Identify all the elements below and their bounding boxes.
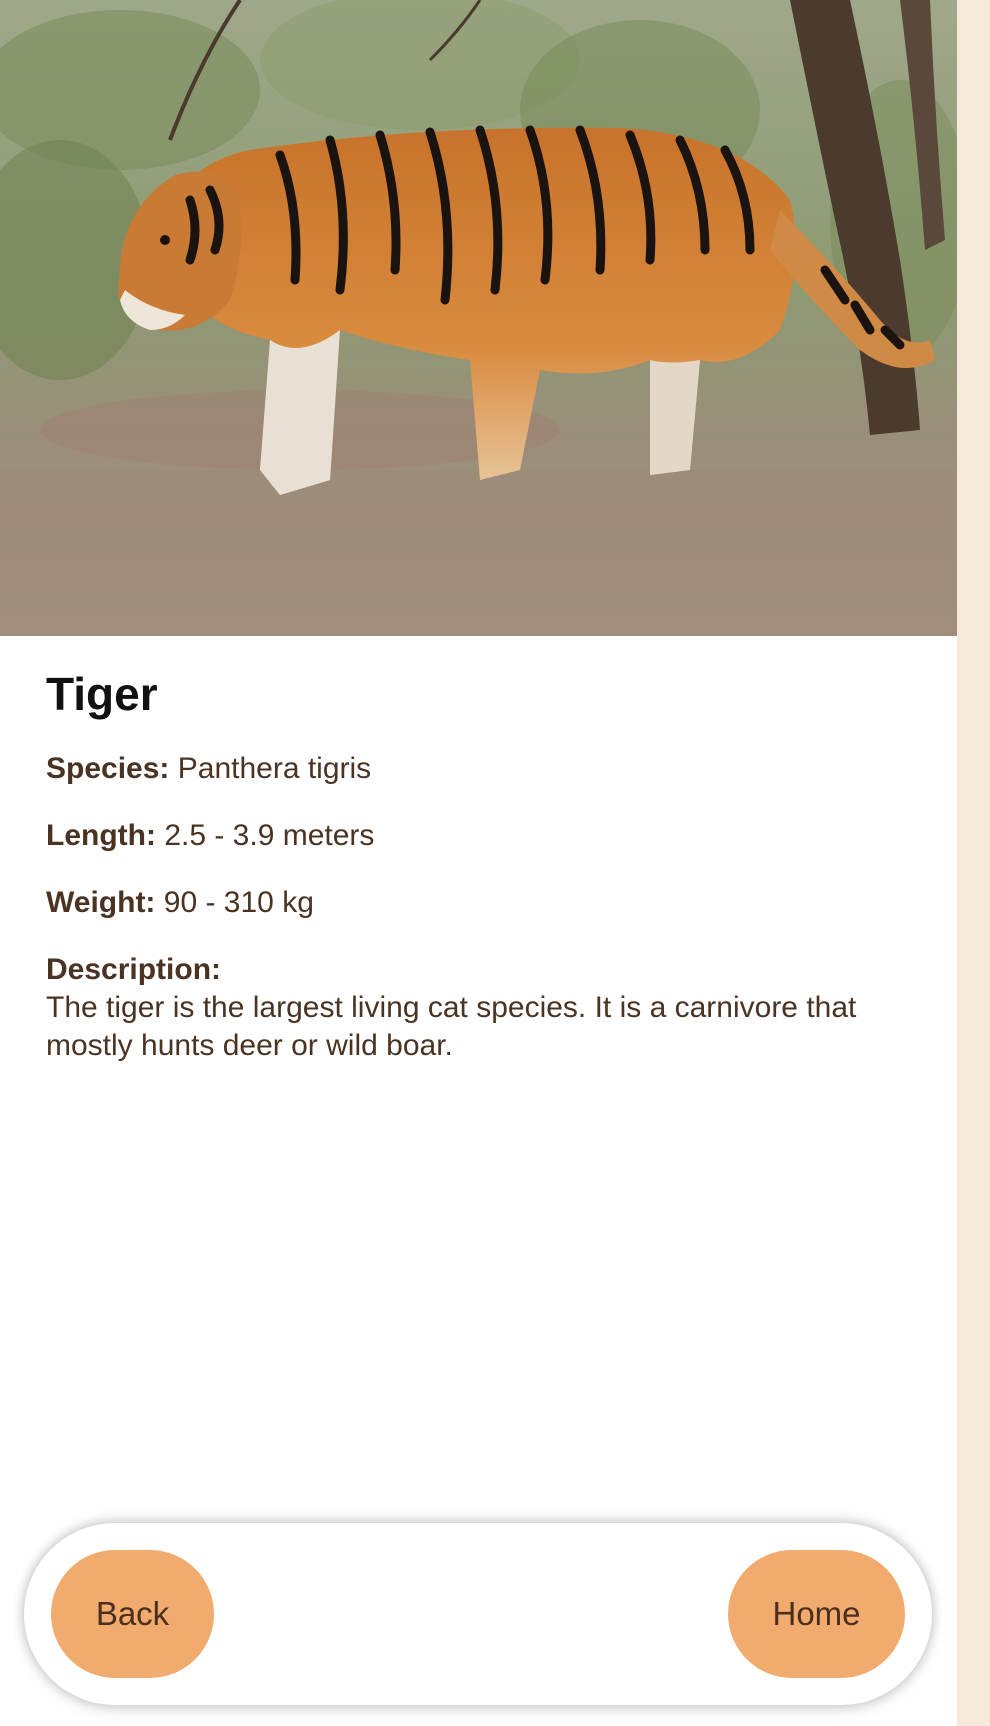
- animal-detail-screen: Tiger Species: Panthera tigris Length: 2…: [0, 0, 957, 1726]
- description-block: Description: The tiger is the largest li…: [46, 951, 906, 1065]
- description-label: Description:: [46, 953, 222, 986]
- length-value: 2.5 - 3.9 meters: [164, 819, 375, 852]
- description-text: The tiger is the largest living cat spec…: [46, 991, 857, 1062]
- side-panel-background: [957, 0, 990, 1726]
- species-label: Species:: [46, 752, 170, 785]
- bottom-nav-bar: Back Home: [24, 1523, 932, 1705]
- species-row: Species: Panthera tigris: [46, 750, 906, 788]
- weight-row: Weight: 90 - 310 kg: [46, 884, 906, 922]
- animal-name: Tiger: [46, 668, 158, 720]
- species-value: Panthera tigris: [177, 752, 372, 785]
- length-label: Length:: [46, 819, 156, 852]
- tiger-photo: [0, 0, 957, 636]
- animal-info: Tiger Species: Panthera tigris Length: 2…: [46, 666, 906, 1065]
- weight-label: Weight:: [46, 886, 156, 919]
- length-row: Length: 2.5 - 3.9 meters: [46, 817, 906, 855]
- home-button[interactable]: Home: [728, 1550, 905, 1678]
- back-button[interactable]: Back: [51, 1550, 214, 1678]
- weight-value: 90 - 310 kg: [163, 886, 314, 919]
